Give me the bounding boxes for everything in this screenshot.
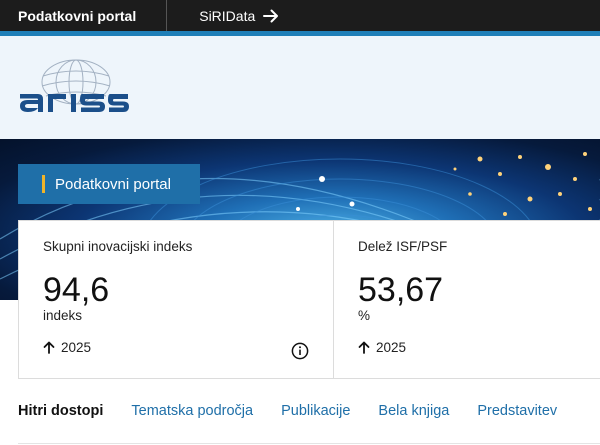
nav-link-podatkovni-portal[interactable]: Podatkovni portal	[0, 0, 168, 31]
stat-year-label: 2025	[61, 340, 92, 355]
quick-links-bar: Hitri dostopi Tematska področja Publikac…	[18, 403, 585, 419]
stat-value: 53,67	[358, 271, 444, 309]
portal-badge-label: Podatkovni portal	[55, 175, 171, 193]
arrow-right-icon	[263, 9, 279, 22]
portal-badge: Podatkovni portal	[18, 164, 200, 204]
stat-unit: indeks	[43, 308, 83, 323]
arrow-up-icon	[43, 341, 55, 354]
stat-value: 94,6	[43, 271, 110, 309]
stat-card-isf-psf-share: Delež ISF/PSF 53,67 % 2025	[333, 220, 600, 379]
divider	[18, 443, 600, 444]
aris-logo	[20, 59, 129, 112]
quick-link-publikacije[interactable]: Publikacije	[281, 403, 350, 419]
stat-card-innovation-index: Skupni inovacijski indeks 94,6 indeks 20…	[18, 220, 334, 379]
top-navigation-bar: Podatkovni portal SiRIData	[0, 0, 600, 31]
stat-year: 2025	[43, 340, 91, 355]
arrow-up-icon	[358, 341, 370, 354]
quick-link-tematska-podrocja[interactable]: Tematska področja	[131, 403, 253, 419]
nav-link-siridata[interactable]: SiRIData	[167, 0, 279, 31]
stat-year-label: 2025	[376, 340, 407, 355]
stat-unit: %	[358, 308, 371, 323]
stat-label: Skupni inovacijski indeks	[43, 239, 193, 254]
stat-label: Delež ISF/PSF	[358, 239, 448, 254]
quick-link-bela-knjiga[interactable]: Bela knjiga	[378, 403, 449, 419]
siridata-label: SiRIData	[199, 7, 256, 24]
badge-accent-bar	[42, 175, 45, 193]
quick-link-predstavitev[interactable]: Predstavitev	[477, 403, 557, 419]
stat-year: 2025	[358, 340, 406, 355]
quick-links-title: Hitri dostopi	[18, 403, 104, 419]
info-icon[interactable]	[291, 342, 309, 360]
